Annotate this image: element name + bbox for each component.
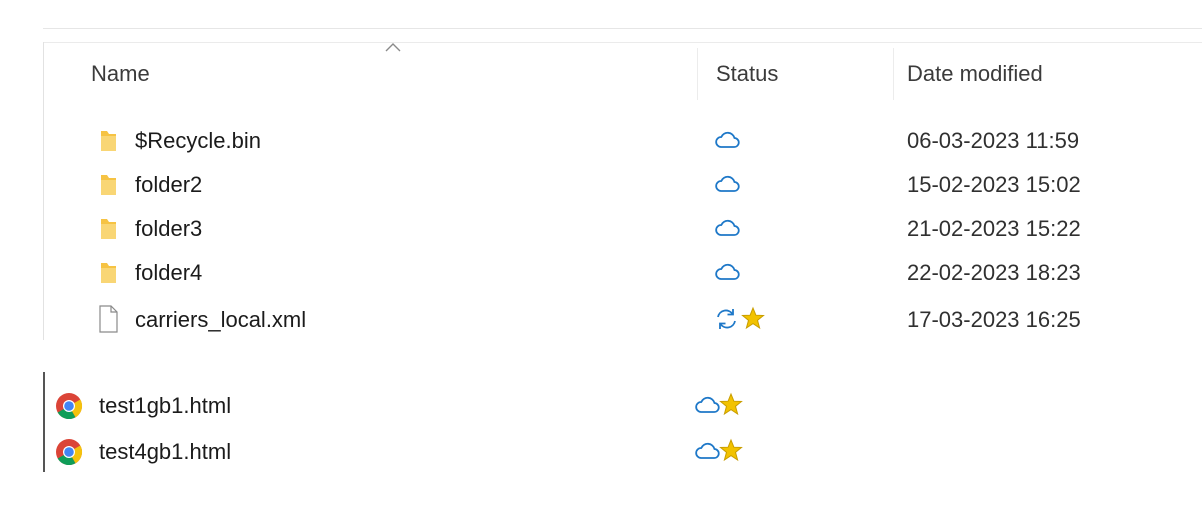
folder-icon xyxy=(101,263,116,283)
file-row[interactable]: folder4 22-02-2023 18:23 xyxy=(43,250,1202,294)
date-modified: 22-02-2023 18:23 xyxy=(907,260,1081,285)
file-name: test1gb1.html xyxy=(99,393,232,418)
date-modified: 15-02-2023 15:02 xyxy=(907,172,1081,197)
status-cell xyxy=(694,436,774,466)
chrome-icon xyxy=(56,393,83,420)
folder-icon xyxy=(101,131,116,151)
cloud-icon xyxy=(695,442,720,459)
document-icon xyxy=(99,305,118,333)
status-cell xyxy=(714,304,794,334)
file-name: folder3 xyxy=(135,216,203,241)
date-modified: 21-02-2023 15:22 xyxy=(907,216,1081,241)
folder-icon xyxy=(101,175,116,195)
date-modified: 17-03-2023 16:25 xyxy=(907,307,1081,332)
status-cell xyxy=(714,125,794,155)
file-row[interactable]: folder3 21-02-2023 15:22 xyxy=(43,206,1202,250)
file-row[interactable]: test1gb1.html xyxy=(43,383,803,427)
column-divider[interactable] xyxy=(697,48,698,100)
file-name: test4gb1.html xyxy=(99,439,232,464)
file-row[interactable]: carriers_local.xml 17-03-2023 16:25 xyxy=(43,297,1202,341)
file-name: carriers_local.xml xyxy=(135,307,307,332)
status-cell xyxy=(714,213,794,243)
pinned-star-icon xyxy=(719,392,743,416)
status-cell xyxy=(694,390,774,420)
column-divider[interactable] xyxy=(893,48,894,100)
date-modified: 06-03-2023 11:59 xyxy=(907,128,1080,153)
pinned-star-icon xyxy=(719,438,743,462)
list-top-border xyxy=(43,42,1202,43)
cloud-icon xyxy=(715,131,740,148)
sort-ascending-icon xyxy=(385,43,401,52)
column-header-status[interactable]: Status xyxy=(716,61,778,87)
file-name: $Recycle.bin xyxy=(135,128,261,153)
chrome-icon xyxy=(56,439,83,466)
cloud-icon xyxy=(715,219,740,236)
pinned-star-icon xyxy=(741,306,765,330)
cloud-icon xyxy=(715,263,740,280)
file-name: folder2 xyxy=(135,172,203,197)
file-row[interactable]: $Recycle.bin 06-03-2023 11:59 xyxy=(43,118,1202,162)
top-divider xyxy=(43,28,1202,29)
file-row[interactable]: test4gb1.html xyxy=(43,429,803,473)
cloud-icon xyxy=(715,175,740,192)
lower-file-list: test1gb1.html test4gb1.html xyxy=(43,372,803,472)
file-name: folder4 xyxy=(135,260,203,285)
file-explorer-list: Name Status Date modified $Recycle.bin 0… xyxy=(43,42,1202,340)
status-cell xyxy=(714,169,794,199)
cloud-icon xyxy=(695,396,720,413)
column-header-date-modified[interactable]: Date modified xyxy=(907,61,1043,87)
folder-icon xyxy=(101,219,116,239)
column-header-name[interactable]: Name xyxy=(91,61,150,87)
file-row[interactable]: folder2 15-02-2023 15:02 xyxy=(43,162,1202,206)
status-cell xyxy=(714,257,794,287)
sync-pending-icon xyxy=(717,309,736,329)
